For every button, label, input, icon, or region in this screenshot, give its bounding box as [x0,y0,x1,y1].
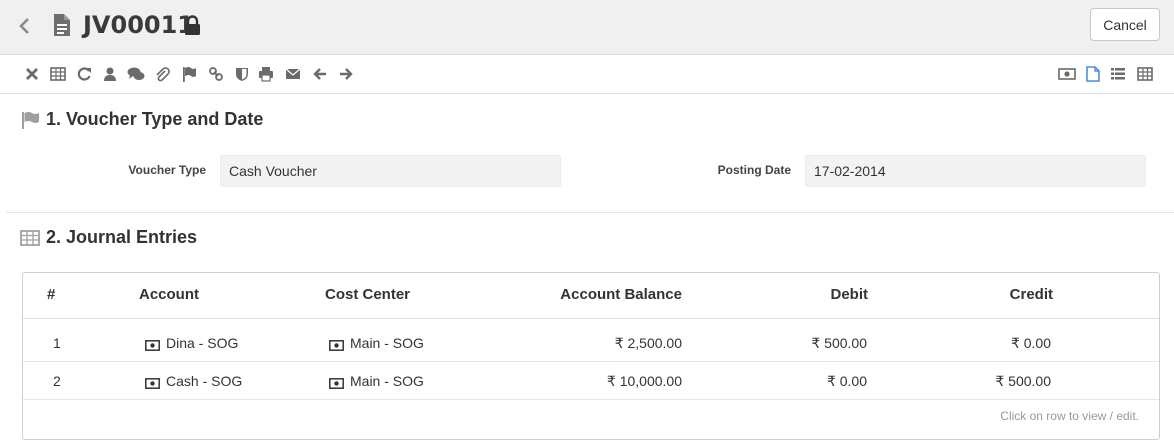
table-row[interactable]: 1 Dina - SOG Main - SOG ₹ 2,500.00 ₹ 500… [23,325,1159,362]
voucher-type-field[interactable]: Cash Voucher [220,155,561,187]
email-icon[interactable] [285,66,301,82]
posting-date-label: Posting Date [717,163,791,177]
section-title: 2. Journal Entries [46,227,198,247]
column-header-account: Account [139,286,199,303]
table-icon [20,229,40,247]
money-icon [145,376,160,389]
money-icon[interactable] [1058,66,1076,82]
account-balance-cell: ₹ 10,000.00 [606,373,682,389]
journal-entries-grid: # Account Cost Center Account Balance De… [22,272,1160,440]
table-row[interactable]: 2 Cash - SOG Main - SOG ₹ 10,000.00 ₹ 0.… [23,363,1159,400]
account-value: Cash - SOG [166,373,243,389]
back-chevron-icon[interactable] [18,14,36,38]
section-journal-entries-heading: 2. Journal Entries [20,227,197,248]
cost-center-value: Main - SOG [350,373,424,389]
money-icon [329,338,344,351]
lock-icon [184,15,201,35]
section-title: 1. Voucher Type and Date [46,109,264,129]
list-icon[interactable] [1110,66,1126,82]
money-icon [145,338,160,351]
link-icon[interactable] [208,66,224,82]
grid-hint-text: Click on row to view / edit. [1000,409,1139,423]
title-bar: JV00011 Cancel [0,0,1174,55]
column-header-account-balance: Account Balance [560,286,682,303]
column-header-credit: Credit [1009,286,1053,303]
account-cell: Dina - SOG [145,335,238,351]
cost-center-cell: Main - SOG [329,335,424,351]
document-icon [53,13,71,37]
flag-icon [20,111,40,129]
attachment-icon[interactable] [154,66,170,82]
refresh-icon[interactable] [76,66,92,82]
credit-cell: ₹ 0.00 [1010,335,1051,351]
table-view-icon[interactable] [1137,66,1153,82]
grid-header: # Account Cost Center Account Balance De… [23,273,1159,319]
cancel-button[interactable]: Cancel [1090,8,1160,41]
file-icon[interactable] [1086,66,1102,82]
account-cell: Cash - SOG [145,373,242,389]
column-header-cost-center: Cost Center [325,286,411,303]
arrow-left-icon[interactable] [312,66,328,82]
comments-icon[interactable] [127,66,145,82]
column-header-num: # [47,286,56,303]
close-icon[interactable] [24,66,40,82]
debit-cell: ₹ 0.00 [826,373,867,389]
toolbar [0,56,1174,94]
arrow-right-icon[interactable] [338,66,354,82]
page-title: JV00011 [83,11,194,39]
cost-center-value: Main - SOG [350,335,424,351]
cost-center-cell: Main - SOG [329,373,424,389]
row-number: 2 [53,373,61,389]
flag-icon[interactable] [181,66,197,82]
money-icon [329,376,344,389]
section-divider [6,212,1174,213]
print-icon[interactable] [258,66,274,82]
section-voucher-type-heading: 1. Voucher Type and Date [20,109,263,130]
row-number: 1 [53,335,61,351]
table-icon[interactable] [50,66,66,82]
account-balance-cell: ₹ 2,500.00 [614,335,682,351]
column-header-debit: Debit [830,286,869,303]
posting-date-field[interactable]: 17-02-2014 [805,155,1146,187]
shield-icon[interactable] [234,66,250,82]
account-value: Dina - SOG [166,335,239,351]
credit-cell: ₹ 500.00 [995,373,1051,389]
user-icon[interactable] [102,66,118,82]
debit-cell: ₹ 500.00 [811,335,867,351]
voucher-type-label: Voucher Type [128,163,206,177]
